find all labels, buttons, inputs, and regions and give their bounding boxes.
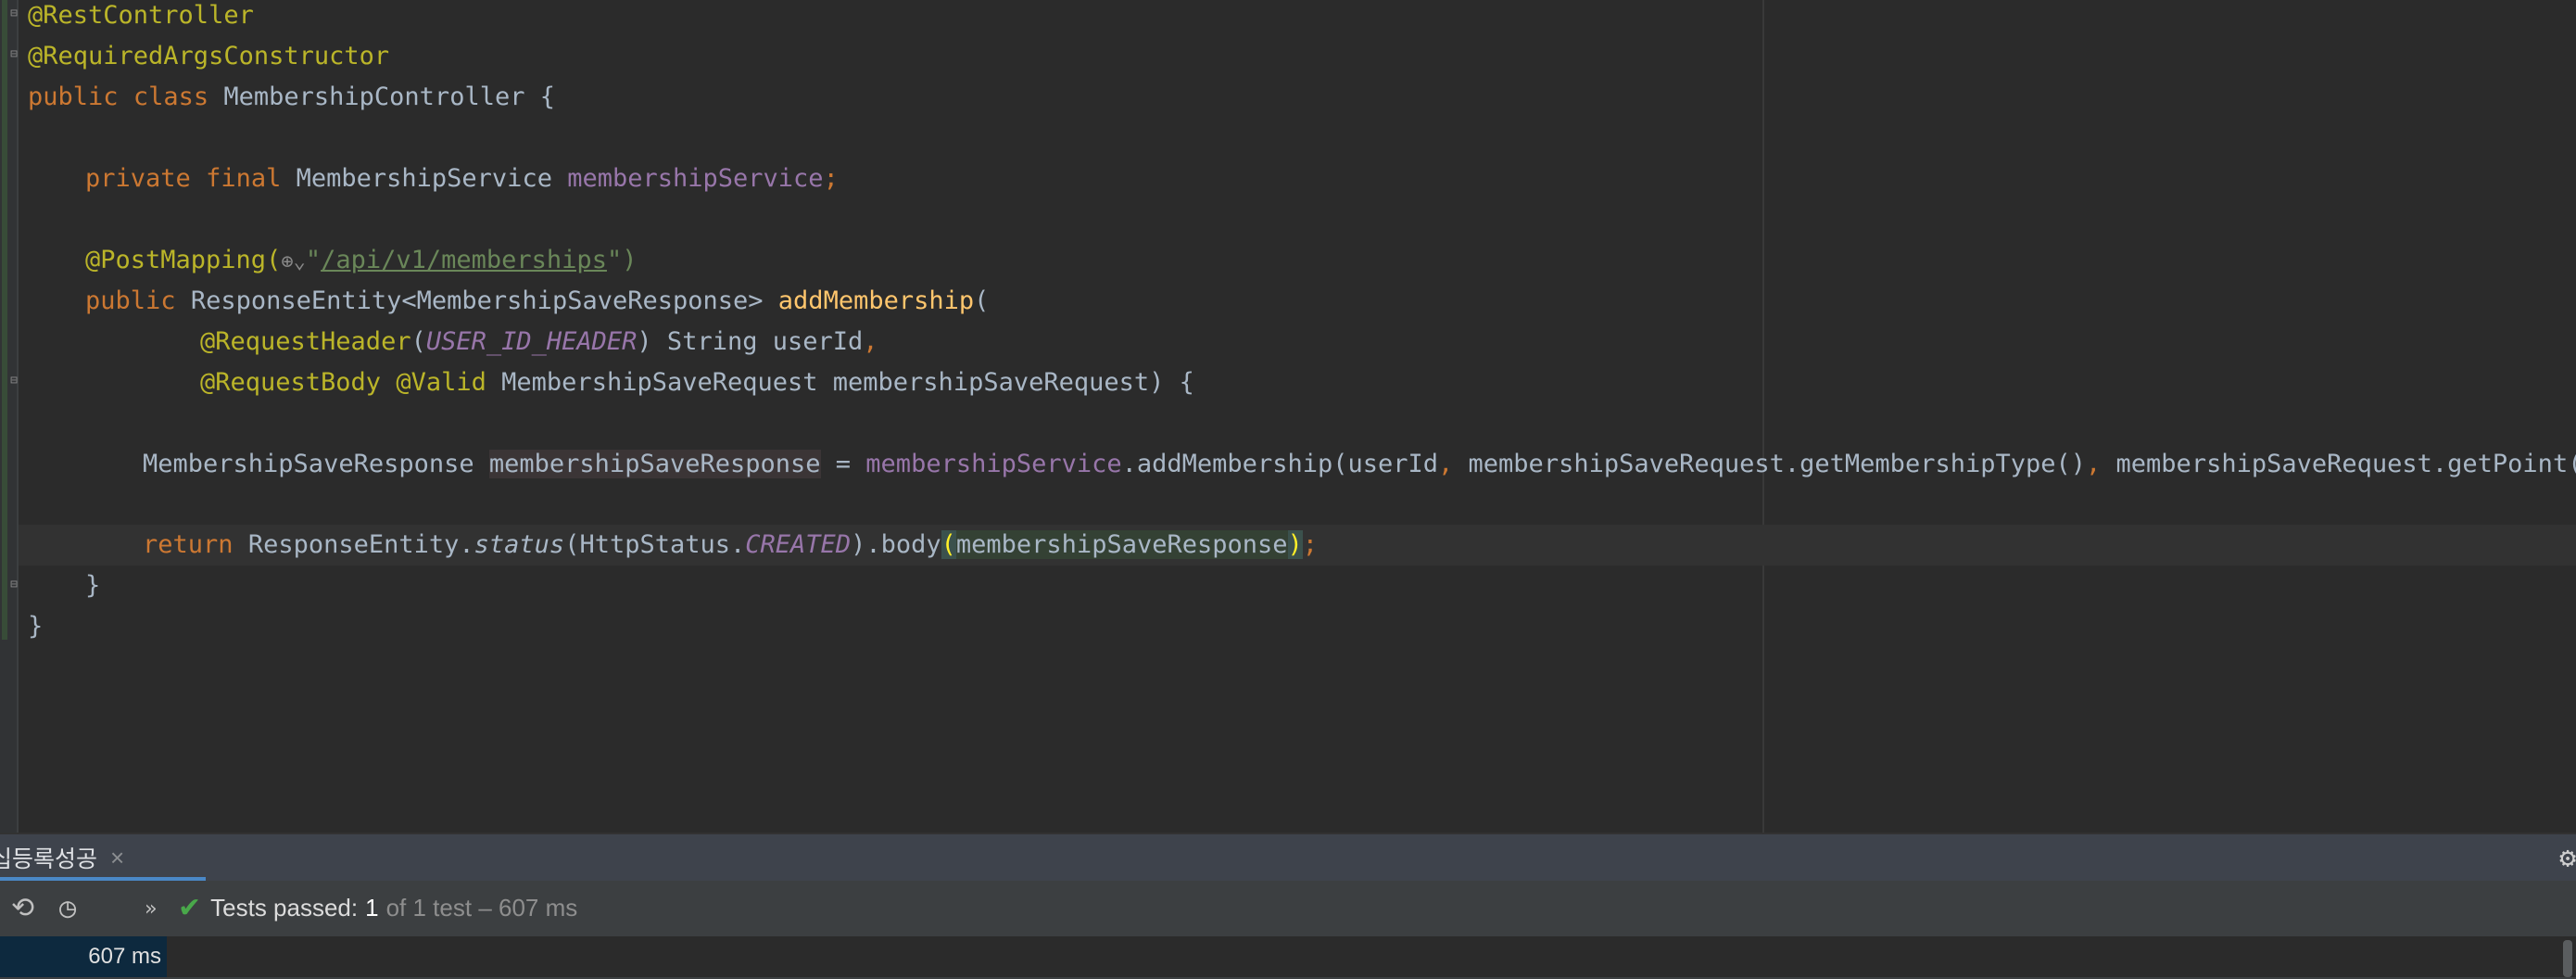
annotation: @PostMapping( bbox=[85, 246, 282, 274]
vcs-change-marker bbox=[2, 0, 7, 640]
class-name: MembershipController { bbox=[223, 83, 555, 111]
code-line[interactable]: public class MembershipController { bbox=[28, 77, 555, 118]
right-margin-guide bbox=[1762, 0, 1764, 833]
semicolon: ; bbox=[1302, 530, 1319, 559]
keyword: private bbox=[85, 164, 191, 193]
constant: CREATED bbox=[745, 530, 852, 559]
code-line[interactable]: } bbox=[28, 606, 43, 647]
run-tab-label: 십등록성공 bbox=[0, 846, 98, 872]
operator: = bbox=[820, 450, 866, 478]
comma: , bbox=[863, 327, 878, 356]
status-label: Tests passed: bbox=[210, 894, 359, 922]
code-line[interactable]: @RestController bbox=[28, 0, 254, 36]
type-name: ResponseEntity<MembershipSaveResponse> bbox=[190, 286, 764, 315]
rerun-icon[interactable]: ⟲ bbox=[11, 892, 34, 924]
call-text: .addMembership(userId bbox=[1121, 450, 1439, 478]
passed-count: 1 bbox=[365, 894, 379, 922]
code-line[interactable]: private final MembershipService membersh… bbox=[85, 159, 839, 199]
closing-brace: } bbox=[85, 571, 101, 600]
field-name: membershipService bbox=[865, 450, 1122, 478]
annotation: @RestController bbox=[28, 1, 254, 30]
method-name: status bbox=[474, 530, 565, 559]
keyword: final bbox=[206, 164, 282, 193]
url-link[interactable]: /api/v1/memberships bbox=[321, 246, 607, 274]
argument-name: membershipSaveResponse bbox=[955, 530, 1288, 559]
tool-window-tab-bar: 십등록성공 × ⚙ bbox=[0, 834, 2576, 881]
annotation: @Valid bbox=[396, 368, 486, 397]
paren: ( bbox=[974, 286, 990, 315]
annotation: @RequestHeader bbox=[200, 327, 411, 356]
test-status: ✔ Tests passed: 1 of 1 test – 607 ms bbox=[178, 892, 577, 924]
test-tree-row[interactable]: 607 ms bbox=[0, 936, 2576, 977]
comma: , bbox=[2086, 450, 2102, 478]
fold-marker-icon[interactable]: ⊟ bbox=[7, 7, 20, 20]
keyword: public bbox=[28, 83, 119, 111]
string-quote: " bbox=[305, 246, 322, 274]
code-line[interactable]: @RequiredArgsConstructor bbox=[28, 36, 389, 77]
comma: , bbox=[1438, 450, 1454, 478]
call-text: (HttpStatus. bbox=[564, 530, 746, 559]
code-line[interactable]: } bbox=[85, 566, 100, 606]
code-line[interactable]: @PostMapping(⊕⌄"/api/v1/memberships") bbox=[85, 240, 637, 281]
keyword: class bbox=[133, 83, 209, 111]
annotation: @RequestBody bbox=[200, 368, 382, 397]
annotation: @RequiredArgsConstructor bbox=[28, 42, 390, 70]
type-name: MembershipService bbox=[296, 164, 552, 193]
close-icon[interactable]: × bbox=[110, 844, 124, 872]
call-text: membershipSaveRequest.getMembershipType(… bbox=[1453, 450, 2087, 478]
globe-icon[interactable]: ⊕⌄ bbox=[281, 242, 306, 283]
call-text: membershipSaveRequest.getPoint()); bbox=[2101, 450, 2576, 478]
fold-marker-icon[interactable]: ⊟ bbox=[7, 578, 20, 591]
param-text: ) String userId bbox=[637, 327, 864, 356]
keyword: return bbox=[143, 530, 234, 559]
type-name: ResponseEntity. bbox=[247, 530, 474, 559]
param-text: MembershipSaveRequest membershipSaveRequ… bbox=[501, 368, 1194, 397]
fold-marker-icon[interactable]: ⊟ bbox=[7, 375, 20, 388]
editor-gutter[interactable]: ⊟ ⊟ ⊟ ⊟ bbox=[0, 0, 19, 833]
closing-brace: } bbox=[28, 612, 44, 641]
code-line[interactable]: @RequestHeader(USER_ID_HEADER) String us… bbox=[200, 322, 878, 362]
status-detail: of 1 test – 607 ms bbox=[385, 894, 578, 922]
variable-name: membershipSaveResponse bbox=[488, 450, 821, 478]
type-name: MembershipSaveResponse bbox=[143, 450, 474, 478]
scrollbar[interactable] bbox=[2563, 940, 2572, 977]
gear-icon[interactable]: ⚙ bbox=[2559, 842, 2576, 874]
expand-chevrons-icon[interactable]: » bbox=[145, 897, 157, 921]
fold-marker-icon[interactable]: ⊟ bbox=[7, 48, 20, 61]
active-tab-indicator bbox=[0, 877, 206, 881]
field-name: membershipService bbox=[567, 164, 824, 193]
test-runner-toolbar: ⟲ ◷ » ✔ Tests passed: 1 of 1 test – 607 … bbox=[0, 883, 2576, 933]
code-line[interactable]: return ResponseEntity.status(HttpStatus.… bbox=[143, 525, 1318, 566]
semicolon: ; bbox=[823, 164, 839, 193]
call-text: ).body bbox=[851, 530, 941, 559]
method-name: addMembership bbox=[777, 286, 975, 315]
test-duration: 607 ms bbox=[0, 936, 167, 977]
run-tab[interactable]: 십등록성공 × bbox=[0, 834, 146, 881]
string-tail: ") bbox=[606, 246, 638, 274]
code-line[interactable]: public ResponseEntity<MembershipSaveResp… bbox=[85, 281, 989, 322]
code-line[interactable]: MembershipSaveResponse membershipSaveRes… bbox=[143, 444, 2576, 485]
matched-paren: ( bbox=[941, 530, 956, 559]
paren: ( bbox=[410, 327, 426, 356]
run-tool-window: 십등록성공 × ⚙ ⟲ ◷ » ✔ Tests passed: 1 of 1 t… bbox=[0, 833, 2576, 979]
check-icon: ✔ bbox=[178, 893, 202, 923]
matched-paren: ) bbox=[1287, 530, 1303, 559]
keyword: public bbox=[85, 286, 176, 315]
constant: USER_ID_HEADER bbox=[425, 327, 638, 356]
code-editor[interactable]: ⊟ ⊟ ⊟ ⊟ @RestController @RequiredArgsCon… bbox=[0, 0, 2576, 833]
code-line[interactable]: @RequestBody @Valid MembershipSaveReques… bbox=[200, 362, 1194, 403]
history-icon[interactable]: ◷ bbox=[59, 892, 76, 924]
